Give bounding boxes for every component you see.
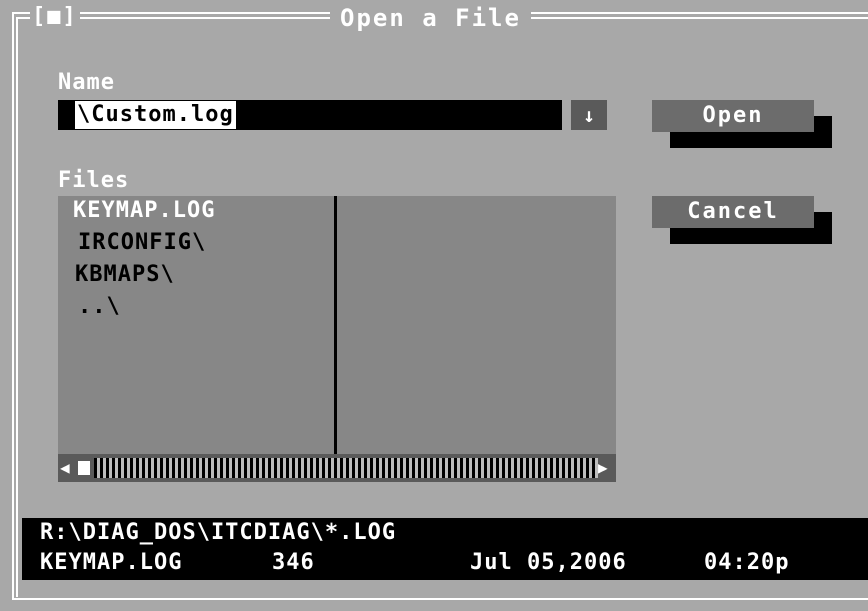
cancel-button[interactable]: Cancel	[652, 196, 814, 228]
frame-left-outer	[12, 12, 14, 600]
name-input-value[interactable]: \Custom.log	[75, 101, 236, 129]
files-list[interactable]: KEYMAP.LOG IRCONFIG\ KBMAPS\ ..\	[58, 196, 616, 454]
scroll-right-icon[interactable]: ▶	[598, 454, 608, 482]
close-box-icon[interactable]: [■]	[30, 4, 80, 29]
scroll-left-icon[interactable]: ◀	[60, 454, 70, 482]
column-separator	[334, 196, 337, 454]
files-label: Files	[58, 168, 130, 193]
arrow-down-icon: ↓	[582, 103, 596, 127]
status-file-time: 04:20p	[704, 550, 790, 575]
open-button[interactable]: Open	[652, 100, 814, 132]
name-dropdown-button[interactable]: ↓	[571, 100, 607, 130]
horizontal-scrollbar[interactable]: ◀ ▶	[58, 454, 616, 482]
list-item-kbmaps[interactable]: KBMAPS\	[75, 262, 175, 287]
scroll-thumb[interactable]	[78, 461, 90, 475]
open-file-dialog: [■] Open a File Name \Custom.log ↓ Open …	[0, 0, 868, 611]
status-file-size: 346	[272, 550, 315, 575]
dialog-title: Open a File	[330, 4, 531, 32]
status-file-name: KEYMAP.LOG	[40, 550, 183, 575]
status-file-date: Jul 05,2006	[470, 550, 627, 575]
status-panel: R:\DIAG_DOS\ITCDIAG\*.LOG KEYMAP.LOG 346…	[22, 518, 868, 580]
frame-left-inner	[16, 17, 18, 597]
name-label: Name	[58, 70, 115, 95]
list-item-irconfig[interactable]: IRCONFIG\	[78, 230, 206, 255]
status-path: R:\DIAG_DOS\ITCDIAG\*.LOG	[40, 520, 397, 545]
frame-bottom	[12, 598, 868, 600]
scroll-track[interactable]	[94, 458, 598, 478]
list-item-parent-dir[interactable]: ..\	[78, 294, 121, 319]
list-item-keymap-log[interactable]: KEYMAP.LOG	[73, 198, 215, 223]
